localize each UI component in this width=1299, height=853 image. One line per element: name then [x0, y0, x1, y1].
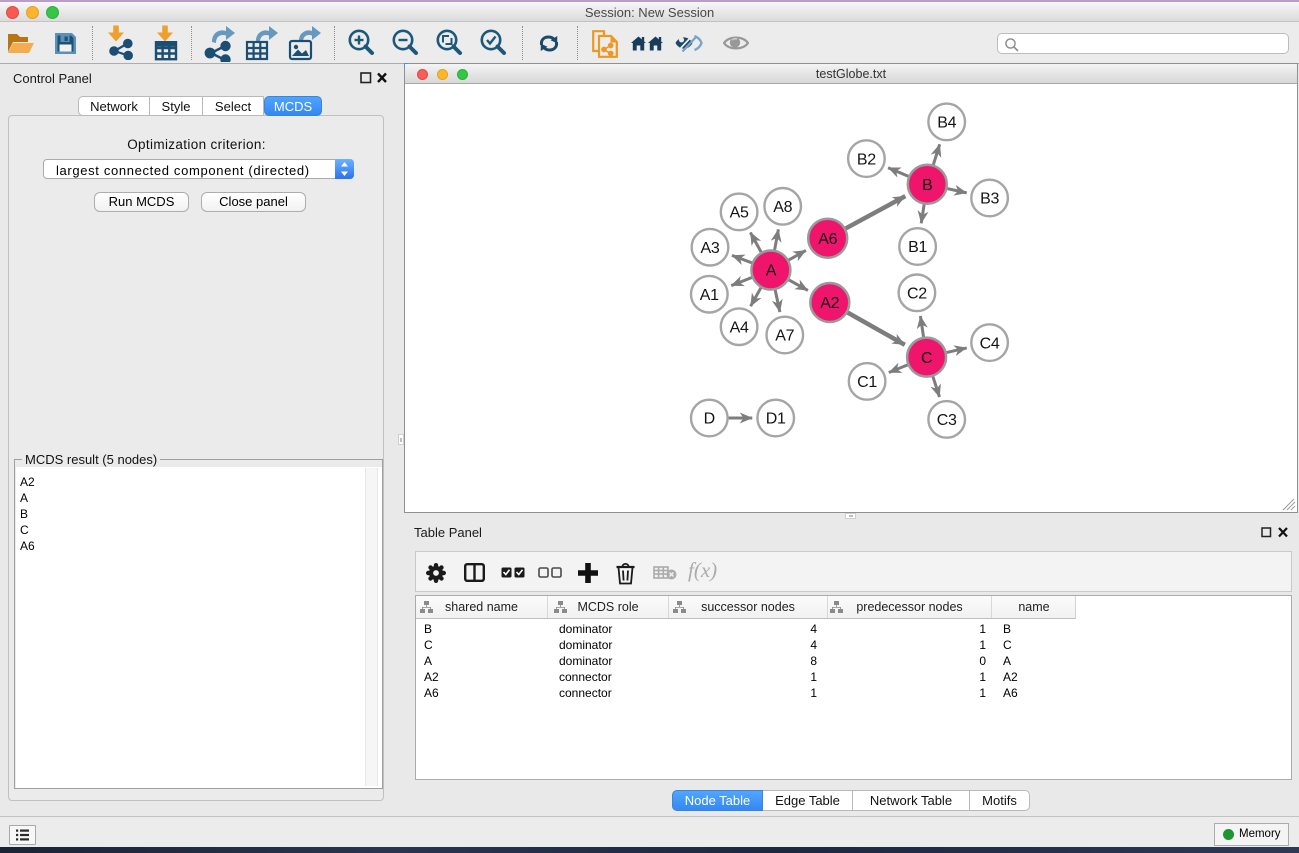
svg-text:A7: A7 — [775, 328, 794, 345]
svg-text:B4: B4 — [937, 115, 956, 132]
svg-text:C: C — [921, 350, 932, 367]
svg-text:B1: B1 — [908, 239, 927, 256]
svg-text:C4: C4 — [980, 335, 1000, 352]
svg-text:A8: A8 — [773, 199, 792, 216]
svg-text:D1: D1 — [766, 411, 786, 428]
svg-text:C1: C1 — [857, 374, 877, 391]
svg-text:B2: B2 — [857, 151, 876, 168]
svg-text:A5: A5 — [730, 205, 749, 222]
svg-text:C2: C2 — [907, 286, 927, 303]
svg-text:D: D — [704, 411, 715, 428]
svg-text:A: A — [766, 263, 777, 280]
svg-text:A2: A2 — [820, 295, 839, 312]
svg-text:C3: C3 — [937, 412, 957, 429]
svg-text:A4: A4 — [730, 319, 749, 336]
svg-text:B3: B3 — [980, 191, 999, 208]
svg-text:A1: A1 — [700, 287, 719, 304]
svg-text:A6: A6 — [818, 231, 837, 248]
svg-text:B: B — [922, 177, 932, 194]
svg-text:A3: A3 — [701, 240, 720, 257]
